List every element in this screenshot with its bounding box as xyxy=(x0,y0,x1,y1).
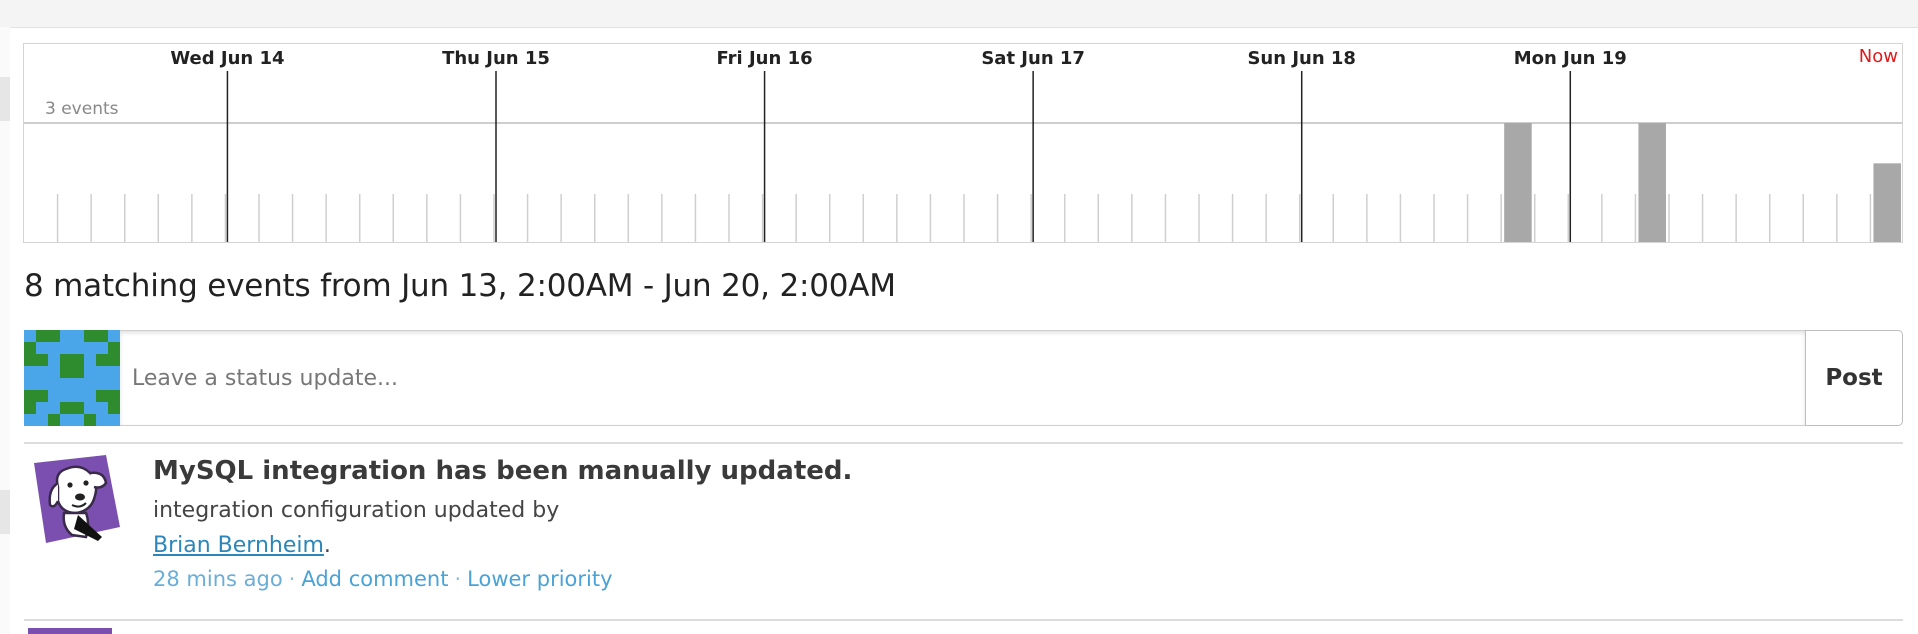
matching-events-summary: 8 matching events from Jun 13, 2:00AM - … xyxy=(24,268,896,304)
top-bar xyxy=(0,0,1918,28)
timeline-event-count: 3 events xyxy=(45,99,119,119)
event-description: integration configuration updated by xyxy=(153,498,560,523)
lower-priority-link[interactable]: Lower priority xyxy=(467,567,612,591)
meta-separator: · xyxy=(454,567,462,591)
author-link[interactable]: Brian Bernheim xyxy=(153,533,324,558)
event-timestamp: 28 mins ago xyxy=(153,567,283,591)
event-timeline[interactable]: Wed Jun 14 Thu Jun 15 Fri Jun 16 Sat Jun 17… xyxy=(23,43,1903,243)
status-update-input[interactable] xyxy=(120,330,1806,426)
event-title: MySQL integration has been manually upda… xyxy=(153,456,853,486)
author-suffix: . xyxy=(323,533,331,558)
event-bar xyxy=(1638,123,1666,242)
day-label: Mon Jun 19 xyxy=(1514,48,1627,69)
meta-separator: · xyxy=(288,567,296,591)
user-avatar xyxy=(24,330,120,426)
datadog-dog-icon xyxy=(34,455,120,543)
divider xyxy=(24,619,1903,621)
day-label: Wed Jun 14 xyxy=(170,48,284,69)
gutter-mark xyxy=(0,77,10,121)
timeline-chart: Wed Jun 14 Thu Jun 15 Fri Jun 16 Sat Jun 17… xyxy=(24,46,1902,242)
day-label: Thu Jun 15 xyxy=(442,48,550,69)
event-bar xyxy=(1873,163,1901,242)
gutter-mark xyxy=(0,490,10,534)
post-button[interactable]: Post xyxy=(1805,330,1903,426)
next-event-avatar xyxy=(28,628,112,634)
event-meta: 28 mins ago · Add comment · Lower priority xyxy=(153,567,613,591)
event-bar xyxy=(1504,123,1532,242)
now-label: Now xyxy=(1859,46,1898,67)
day-label: Sun Jun 18 xyxy=(1247,48,1356,69)
add-comment-link[interactable]: Add comment xyxy=(301,567,448,591)
event-author-line: Brian Bernheim. xyxy=(153,533,331,558)
left-gutter xyxy=(0,27,10,634)
day-label: Sat Jun 17 xyxy=(981,48,1085,69)
day-label: Fri Jun 16 xyxy=(717,48,813,69)
divider xyxy=(24,442,1903,444)
